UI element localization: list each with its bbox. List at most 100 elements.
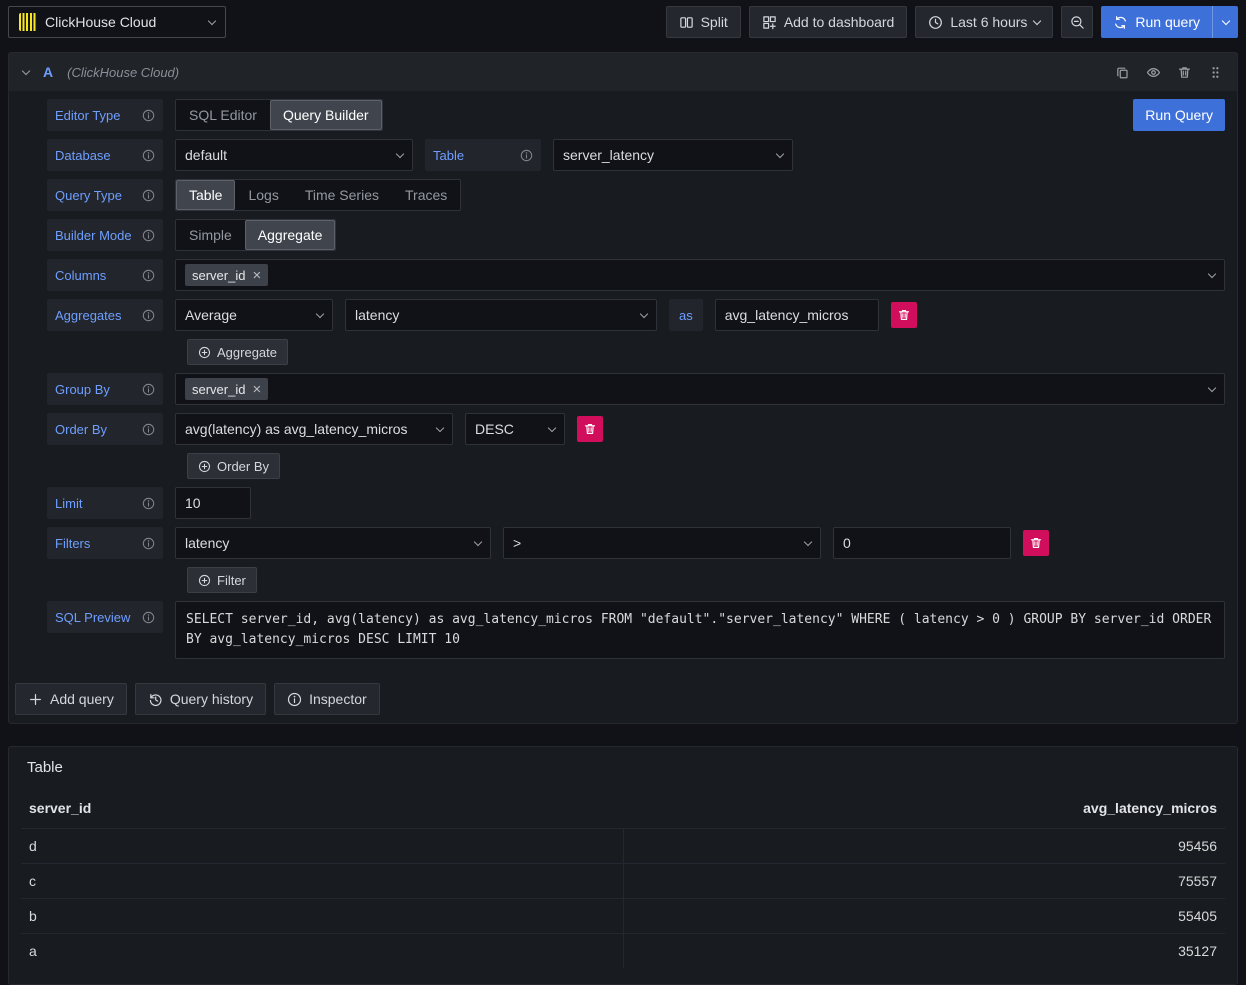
query-row-header: A (ClickHouse Cloud) — [9, 53, 1237, 91]
group-by-multiselect[interactable]: server_id × — [175, 373, 1225, 405]
inspector-button[interactable]: Inspector — [274, 683, 380, 715]
row-order-by: Order By avg(latency) as avg_latency_mic… — [47, 413, 1225, 445]
query-type-option-logs[interactable]: Logs — [235, 180, 291, 210]
columns-multiselect[interactable]: server_id × — [175, 259, 1225, 291]
filter-operator-select[interactable]: > — [503, 527, 821, 559]
field-label-filters: Filters — [47, 527, 163, 559]
column-header-server-id[interactable]: server_id — [21, 792, 623, 829]
field-label-columns: Columns — [47, 259, 163, 291]
column-header-avg-latency-micros[interactable]: avg_latency_micros — [623, 792, 1225, 829]
query-editor-panel: A (ClickHouse Cloud) Editor Type SQL Edi… — [8, 52, 1238, 724]
zoom-out-time-button[interactable] — [1061, 6, 1093, 38]
info-icon[interactable] — [142, 423, 155, 436]
info-icon[interactable] — [520, 149, 533, 162]
row-editor-type: Editor Type SQL Editor Query Builder Run… — [47, 99, 1225, 131]
remove-order-by-button[interactable] — [577, 416, 603, 442]
editor-type-option-builder[interactable]: Query Builder — [270, 100, 382, 130]
query-ref-id[interactable]: A — [43, 64, 53, 80]
collapse-toggle-icon[interactable] — [22, 66, 30, 74]
duplicate-query-icon[interactable] — [1115, 65, 1130, 80]
toggle-visibility-icon[interactable] — [1146, 65, 1161, 80]
cell-avg-latency: 55405 — [623, 899, 1225, 934]
row-sql-preview: SQL Preview SELECT server_id, avg(latenc… — [47, 601, 1225, 659]
field-label-database: Database — [47, 139, 163, 171]
run-query-button[interactable]: Run query — [1101, 6, 1212, 38]
query-type-option-timeseries[interactable]: Time Series — [292, 180, 392, 210]
info-icon[interactable] — [142, 269, 155, 282]
add-to-dashboard-button[interactable]: Add to dashboard — [749, 6, 908, 38]
time-range-picker[interactable]: Last 6 hours — [915, 6, 1053, 38]
split-icon — [679, 15, 694, 30]
info-icon[interactable] — [142, 229, 155, 242]
info-icon[interactable] — [142, 109, 155, 122]
field-label-limit: Limit — [47, 487, 163, 519]
chevron-down-icon — [1208, 269, 1216, 277]
sql-preview-text: SELECT server_id, avg(latency) as avg_la… — [175, 601, 1225, 659]
remove-filter-button[interactable] — [1023, 530, 1049, 556]
table-row: c 75557 — [21, 864, 1225, 899]
table-select[interactable]: server_latency — [553, 139, 793, 171]
remove-tag-icon[interactable]: × — [252, 268, 261, 283]
as-label: as — [669, 299, 703, 331]
info-icon[interactable] — [142, 149, 155, 162]
order-by-field-select[interactable]: avg(latency) as avg_latency_micros — [175, 413, 453, 445]
field-label-sql-preview: SQL Preview — [47, 601, 163, 633]
info-icon[interactable] — [142, 611, 155, 624]
clock-icon — [928, 15, 943, 30]
chevron-down-icon — [1221, 16, 1229, 24]
add-query-button[interactable]: Add query — [15, 683, 127, 715]
info-icon[interactable] — [142, 497, 155, 510]
aggregate-column-select[interactable]: latency — [345, 299, 657, 331]
add-filter-button[interactable]: Filter — [187, 567, 257, 593]
builder-mode-option-simple[interactable]: Simple — [176, 220, 245, 250]
add-aggregate-button[interactable]: Aggregate — [187, 339, 288, 365]
row-aggregates: Aggregates Average latency as — [47, 299, 1225, 331]
query-type-option-table[interactable]: Table — [176, 180, 235, 210]
info-icon[interactable] — [142, 189, 155, 202]
editor-type-toggle: SQL Editor Query Builder — [175, 99, 383, 131]
results-table: server_id avg_latency_micros d 95456 c 7… — [21, 792, 1225, 968]
plus-circle-icon — [198, 346, 211, 359]
query-type-option-traces[interactable]: Traces — [392, 180, 460, 210]
add-order-by-button[interactable]: Order By — [187, 453, 280, 479]
field-label-builder-mode: Builder Mode — [47, 219, 163, 251]
split-button[interactable]: Split — [666, 6, 741, 38]
info-icon[interactable] — [142, 537, 155, 550]
info-icon[interactable] — [142, 309, 155, 322]
query-history-button[interactable]: Query history — [135, 683, 266, 715]
datasource-picker[interactable]: ClickHouse Cloud — [8, 6, 226, 38]
editor-type-option-sql[interactable]: SQL Editor — [176, 100, 270, 130]
query-builder-form: Editor Type SQL Editor Query Builder Run… — [9, 91, 1237, 671]
remove-aggregate-button[interactable] — [891, 302, 917, 328]
row-filters: Filters latency > — [47, 527, 1225, 559]
database-select[interactable]: default — [175, 139, 413, 171]
trash-icon — [583, 422, 597, 436]
query-type-toggle: Table Logs Time Series Traces — [175, 179, 461, 211]
drag-handle-icon[interactable] — [1208, 65, 1223, 80]
filter-value-input[interactable] — [833, 527, 1011, 559]
run-query-dropdown-button[interactable] — [1212, 6, 1238, 38]
remove-tag-icon[interactable]: × — [252, 382, 261, 397]
row-builder-mode: Builder Mode Simple Aggregate — [47, 219, 1225, 251]
cell-server-id: c — [21, 864, 623, 899]
chevron-down-icon — [474, 537, 482, 545]
aggregate-function-select[interactable]: Average — [175, 299, 333, 331]
aggregate-alias-input[interactable] — [715, 299, 879, 331]
delete-query-icon[interactable] — [1177, 65, 1192, 80]
row-columns: Columns server_id × — [47, 259, 1225, 291]
row-add-order-by: Order By — [47, 453, 1225, 479]
row-group-by: Group By server_id × — [47, 373, 1225, 405]
info-icon[interactable] — [142, 383, 155, 396]
limit-input[interactable] — [175, 487, 251, 519]
filter-column-select[interactable]: latency — [175, 527, 491, 559]
run-query-button-editor[interactable]: Run Query — [1133, 99, 1225, 131]
builder-mode-toggle: Simple Aggregate — [175, 219, 336, 251]
chevron-down-icon — [436, 423, 444, 431]
trash-icon — [1029, 536, 1043, 550]
builder-mode-option-aggregate[interactable]: Aggregate — [245, 220, 336, 250]
row-query-type: Query Type Table Logs Time Series Traces — [47, 179, 1225, 211]
row-add-filter: Filter — [47, 567, 1225, 593]
plus-icon — [28, 692, 43, 707]
cell-avg-latency: 75557 — [623, 864, 1225, 899]
order-by-direction-select[interactable]: DESC — [465, 413, 565, 445]
